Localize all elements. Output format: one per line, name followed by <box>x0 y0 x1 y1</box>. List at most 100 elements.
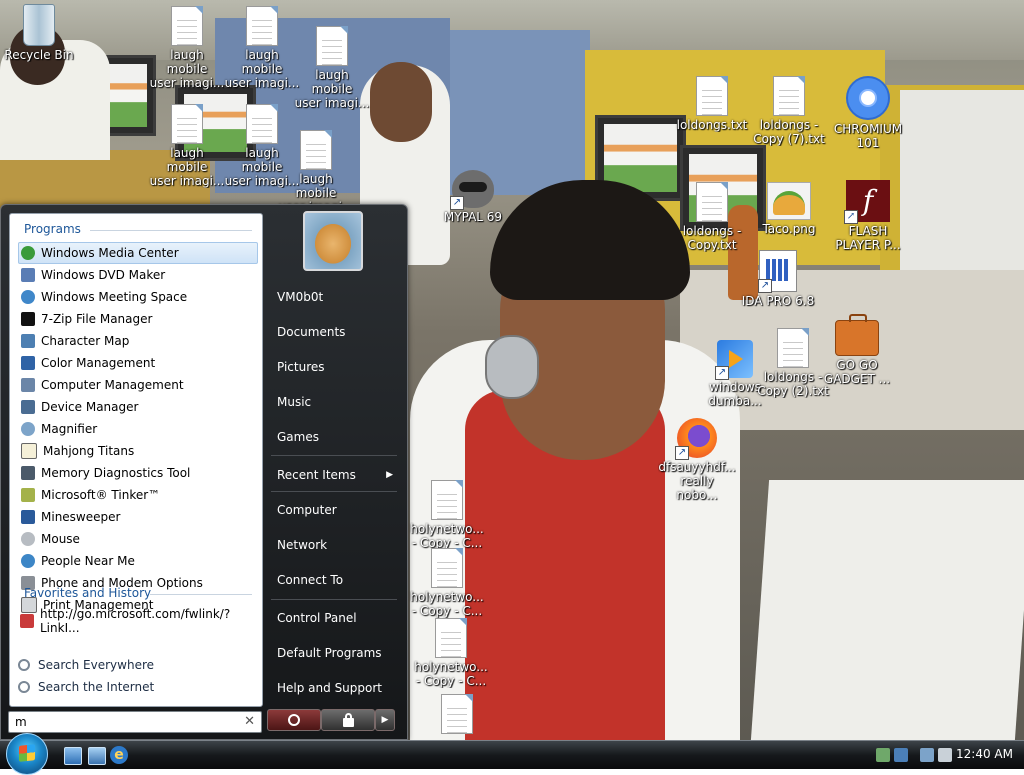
text-file-icon <box>773 76 805 116</box>
desktop-icon-file[interactable]: laugh mobile user imagi... <box>148 104 226 188</box>
tray-network-icon[interactable] <box>894 748 908 762</box>
document-icon <box>171 104 203 144</box>
desktop-icon-chromium[interactable]: CHROMIUM 101 <box>829 76 907 150</box>
desktop-icon-file[interactable]: loldongs - Copy.txt <box>673 182 751 252</box>
program-item-minesweeper[interactable]: Minesweeper <box>18 506 258 528</box>
desktop-icon-ida-pro[interactable]: ↗ IDA PRO 6.8 <box>739 250 817 308</box>
clear-search-icon[interactable]: ✕ <box>244 714 255 729</box>
program-item-microsoft-tinker[interactable]: Microsoft® Tinker™ <box>18 484 258 506</box>
program-item-windows-dvd-maker[interactable]: Windows DVD Maker <box>18 264 258 286</box>
mahjong-icon <box>21 443 37 459</box>
show-desktop-icon[interactable] <box>64 747 82 765</box>
switch-windows-icon[interactable] <box>88 747 106 765</box>
start-item-control-panel[interactable]: Control Panel <box>269 604 399 632</box>
search-internet-link[interactable]: Search the Internet <box>18 678 154 696</box>
program-item-magnifier[interactable]: Magnifier <box>18 418 258 440</box>
user-avatar[interactable] <box>303 211 363 271</box>
minesweeper-icon <box>21 510 35 524</box>
search-query-text: m <box>15 715 27 729</box>
program-item-computer-management[interactable]: Computer Management <box>18 374 258 396</box>
power-options-button[interactable]: ▶ <box>375 709 395 731</box>
ida-pro-icon: ↗ <box>758 250 797 293</box>
character-map-icon <box>21 334 35 348</box>
desktop-icon-flash-player[interactable]: f ↗ FLASH PLAYER P... <box>829 180 907 252</box>
desktop-icon-file[interactable]: holynetwo... - Copy - C... <box>412 618 490 688</box>
network-icon[interactable] <box>920 748 934 762</box>
flash-player-icon: f ↗ <box>844 180 890 224</box>
program-item-people-near-me[interactable]: People Near Me <box>18 550 258 572</box>
color-management-icon <box>21 356 35 370</box>
program-item-mouse[interactable]: Mouse <box>18 528 258 550</box>
program-item-character-map[interactable]: Character Map <box>18 330 258 352</box>
start-item-documents[interactable]: Documents <box>269 318 399 346</box>
document-icon <box>431 480 463 520</box>
search-everywhere-link[interactable]: Search Everywhere <box>18 656 154 674</box>
shortcut-arrow-icon: ↗ <box>758 279 772 293</box>
document-icon <box>171 6 203 46</box>
desktop-icon-file[interactable]: holynetwo... - Copy - C... <box>408 548 486 618</box>
divider <box>90 230 252 231</box>
start-item-network[interactable]: Network <box>269 531 399 559</box>
desktop-icon-file[interactable]: loldongs.txt <box>673 76 751 132</box>
start-item-help-and-support[interactable]: Help and Support <box>269 674 399 702</box>
desktop-icon-go-go-gadget[interactable]: GO GO GADGET ... <box>818 314 896 386</box>
lock-button[interactable] <box>321 709 375 731</box>
desktop-icon-file[interactable] <box>418 694 496 736</box>
desktop-icon-file[interactable]: laugh mobile user imagi... <box>293 26 371 110</box>
start-item-computer[interactable]: Computer <box>269 496 399 524</box>
tray-app-icon[interactable] <box>876 748 890 762</box>
document-icon <box>300 130 332 170</box>
desktop-icon-mypal[interactable]: ↗ MYPAL 69 <box>434 170 512 224</box>
program-item-7zip-file-manager[interactable]: 7-Zip File Manager <box>18 308 258 330</box>
document-icon <box>316 26 348 66</box>
program-item-mahjong-titans[interactable]: Mahjong Titans <box>18 440 258 462</box>
program-item-color-management[interactable]: Color Management <box>18 352 258 374</box>
start-item-pictures[interactable]: Pictures <box>269 353 399 381</box>
desktop-icon-file[interactable]: loldongs - Copy (7).txt <box>750 76 828 146</box>
start-button[interactable] <box>6 733 48 775</box>
program-item-memory-diagnostics-tool[interactable]: Memory Diagnostics Tool <box>18 462 258 484</box>
start-item-default-programs[interactable]: Default Programs <box>269 639 399 667</box>
document-icon <box>431 548 463 588</box>
start-search-input[interactable]: m ✕ <box>8 711 262 733</box>
media-center-icon <box>21 246 35 260</box>
desktop-icon-taco[interactable]: Taco.png <box>750 182 828 236</box>
start-item-connect-to[interactable]: Connect To <box>269 566 399 594</box>
document-icon <box>441 694 473 734</box>
programs-section-title: Programs <box>24 222 81 236</box>
tinker-icon <box>21 488 35 502</box>
internet-explorer-icon[interactable]: e <box>110 746 128 764</box>
favorite-item-link[interactable]: http://go.microsoft.com/fwlink/?LinkI... <box>20 607 256 635</box>
programs-list: Windows Media Center Windows DVD Maker W… <box>18 242 258 616</box>
start-item-music[interactable]: Music <box>269 388 399 416</box>
submenu-arrow-icon: ▶ <box>386 470 393 480</box>
desktop-icon-file[interactable]: laugh mobile user imagi... <box>148 6 226 90</box>
web-link-icon <box>20 614 34 628</box>
desktop-icon-file[interactable]: laugh mobile user imagi... <box>223 6 301 90</box>
desktop-icon-file[interactable]: laugh mobile user imagi... <box>277 130 355 214</box>
media-player-icon: ↗ <box>715 340 753 380</box>
7zip-icon <box>21 312 35 326</box>
desktop-icon-firefox[interactable]: ↗ dfsauyyhdf... really nobo... <box>658 418 736 502</box>
document-icon <box>435 618 467 658</box>
firefox-icon: ↗ <box>675 418 717 460</box>
lock-icon <box>343 713 354 727</box>
magnifier-icon <box>21 422 35 436</box>
shortcut-arrow-icon: ↗ <box>844 210 858 224</box>
desktop-icon-file[interactable]: holynetwo... - Copy - C... <box>408 480 486 550</box>
clock[interactable]: 12:40 AM <box>956 747 1013 761</box>
search-icon <box>18 659 30 671</box>
start-item-user[interactable]: VM0b0t <box>269 283 399 311</box>
start-item-recent-items[interactable]: Recent Items ▶ <box>269 461 399 489</box>
power-button[interactable] <box>267 709 321 731</box>
start-item-games[interactable]: Games <box>269 423 399 451</box>
divider <box>271 599 397 600</box>
program-item-windows-meeting-space[interactable]: Windows Meeting Space <box>18 286 258 308</box>
people-near-me-icon <box>21 554 35 568</box>
desktop-icon-recycle-bin[interactable]: Recycle Bin <box>0 4 78 62</box>
briefcase-icon <box>835 314 879 356</box>
arrow-right-icon: ▶ <box>381 715 389 725</box>
program-item-device-manager[interactable]: Device Manager <box>18 396 258 418</box>
volume-muted-icon[interactable] <box>938 748 952 762</box>
program-item-windows-media-center[interactable]: Windows Media Center <box>18 242 258 264</box>
